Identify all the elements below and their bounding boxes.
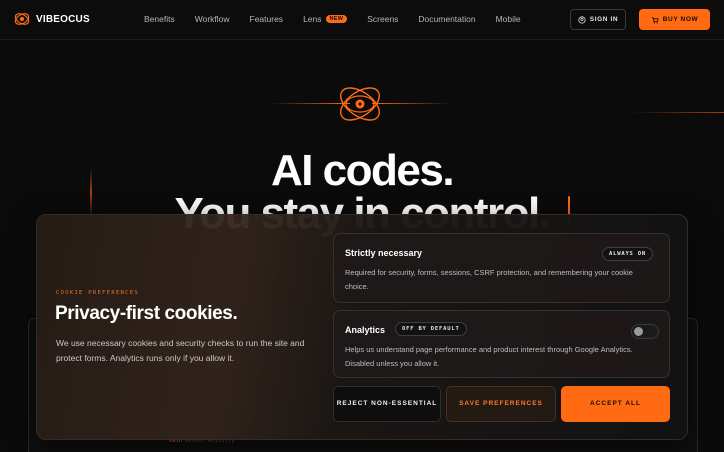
nav-links: Benefits Workflow Features Lens NEW Scre… — [144, 14, 541, 24]
nav-link-lens-label: Lens — [303, 14, 322, 24]
necessary-title: Strictly necessary — [345, 248, 423, 258]
nav-link-features[interactable]: Features — [250, 14, 284, 24]
accept-all-button[interactable]: ACCEPT ALL — [561, 386, 670, 422]
reject-non-essential-button[interactable]: REJECT NON-ESSENTIAL — [333, 386, 441, 422]
analytics-title: Analytics — [345, 325, 386, 335]
analytics-cookies-card: Analytics OFF BY DEFAULT Helps us unders… — [333, 310, 670, 378]
cookie-description: We use necessary cookies and security ch… — [56, 338, 305, 363]
cookie-eyebrow: COOKIE PREFERENCES — [56, 290, 140, 296]
always-on-badge: ALWAYS ON — [602, 247, 654, 261]
edge-glow-line — [630, 112, 724, 113]
buy-now-label: BUY NOW — [662, 16, 699, 23]
nav-link-screens[interactable]: Screens — [367, 14, 398, 24]
user-icon — [578, 15, 586, 24]
cart-icon — [651, 16, 659, 24]
sign-in-button[interactable]: SIGN IN — [570, 9, 626, 30]
nav-link-mobile[interactable]: Mobile — [496, 14, 521, 24]
nav-link-lens[interactable]: Lens NEW — [303, 14, 348, 24]
top-navigation: VIBEOCUS Benefits Workflow Features Lens… — [0, 0, 724, 40]
analytics-toggle-knob — [634, 327, 643, 336]
buy-now-button[interactable]: BUY NOW — [639, 9, 710, 30]
brand-logo[interactable]: VIBEOCUS — [13, 10, 90, 28]
necessary-cookies-card: Strictly necessary ALWAYS ON Required fo… — [333, 233, 670, 303]
sign-in-label: SIGN IN — [589, 16, 619, 23]
hero-eye-emblem — [340, 87, 380, 121]
brand-eye-icon — [14, 13, 30, 25]
analytics-description: Helps us understand page performance and… — [345, 345, 633, 368]
off-by-default-badge: OFF BY DEFAULT — [395, 322, 467, 336]
necessary-description: Required for security, forms, sessions, … — [345, 268, 633, 291]
save-preferences-button[interactable]: SAVE PREFERENCES — [446, 386, 556, 422]
cookie-title: Privacy-first cookies. — [55, 303, 238, 324]
nav-link-benefits[interactable]: Benefits — [144, 14, 175, 24]
cookie-preferences-dialog: COOKIE PREFERENCES Privacy-first cookies… — [36, 214, 688, 440]
nav-link-documentation[interactable]: Documentation — [418, 14, 475, 24]
analytics-toggle[interactable] — [631, 324, 659, 339]
nav-link-workflow[interactable]: Workflow — [195, 14, 230, 24]
brand-name: VIBEOCUS — [36, 13, 90, 25]
new-badge: NEW — [325, 15, 348, 23]
